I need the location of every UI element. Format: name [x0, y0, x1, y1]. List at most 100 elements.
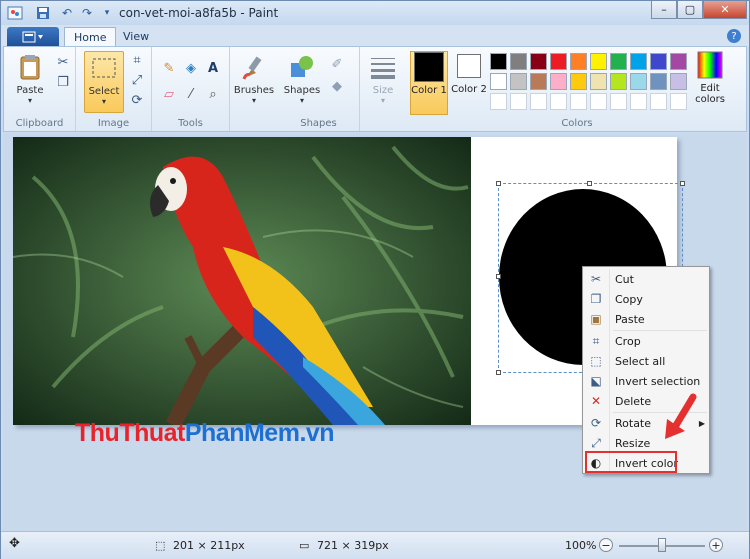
- menu-item-paste[interactable]: ▣ Paste: [585, 309, 707, 329]
- color-swatch[interactable]: [650, 53, 667, 70]
- color-swatch[interactable]: [510, 73, 527, 90]
- color-swatch[interactable]: [630, 53, 647, 70]
- tools-group: ✎ ◈ A ▱ ⁄ ⌕ Tools: [152, 47, 230, 131]
- resize-handle[interactable]: [496, 370, 501, 375]
- color-swatch[interactable]: [570, 93, 587, 110]
- clipboard-group: Paste ▾ ✂ ❐ Clipboard: [4, 47, 76, 131]
- image-size: 721 × 319px: [317, 539, 389, 552]
- select-all-icon: ⬚: [590, 354, 602, 368]
- color-swatch[interactable]: [510, 53, 527, 70]
- rotate-icon[interactable]: ⟳: [128, 91, 146, 109]
- color-spectrum-icon: [697, 51, 723, 79]
- size-button[interactable]: Size ▾: [363, 51, 403, 113]
- tab-home[interactable]: Home: [64, 27, 117, 47]
- color-swatch[interactable]: [650, 73, 667, 90]
- status-bar: ✥ ⬚ 201 × 211px ▭ 721 × 319px 100% − +: [1, 531, 749, 559]
- menu-item-cut[interactable]: ✂ Cut: [585, 269, 707, 289]
- color-swatch[interactable]: [530, 53, 547, 70]
- resize-icon[interactable]: ⤢: [128, 71, 146, 89]
- color-swatch[interactable]: [550, 73, 567, 90]
- cut-icon[interactable]: ✂: [54, 53, 72, 71]
- maximize-button[interactable]: ▢: [677, 1, 703, 19]
- app-menu-button[interactable]: [7, 27, 59, 47]
- undo-icon[interactable]: ↶: [59, 5, 75, 21]
- close-button[interactable]: ✕: [703, 1, 747, 19]
- resize-handle[interactable]: [496, 274, 501, 279]
- rotate-icon: ⟳: [590, 416, 602, 430]
- menu-item-copy[interactable]: ❐ Copy: [585, 289, 707, 309]
- color2-swatch: [457, 54, 481, 78]
- color-swatch[interactable]: [570, 73, 587, 90]
- color-swatch[interactable]: [490, 93, 507, 110]
- color-swatch[interactable]: [630, 73, 647, 90]
- paint-app-icon[interactable]: [7, 5, 23, 21]
- resize-handle[interactable]: [680, 181, 685, 186]
- zoom-slider-thumb[interactable]: [658, 538, 666, 552]
- scissors-icon: ✂: [590, 272, 602, 286]
- title-bar: ↶ ↷ ▾ con-vet-moi-a8fa5b - Paint – ▢ ✕: [1, 1, 749, 25]
- eraser-icon[interactable]: ▱: [160, 85, 178, 103]
- color-swatch[interactable]: [610, 53, 627, 70]
- color-swatch[interactable]: [670, 93, 687, 110]
- crop-icon[interactable]: ⌗: [128, 51, 146, 69]
- color-swatch[interactable]: [670, 73, 687, 90]
- color-swatch[interactable]: [550, 53, 567, 70]
- edit-colors-button[interactable]: Edit colors: [690, 51, 730, 115]
- text-tool-icon[interactable]: A: [204, 59, 222, 77]
- tab-view[interactable]: View: [114, 27, 158, 47]
- color-swatch[interactable]: [590, 93, 607, 110]
- drawing-canvas[interactable]: [13, 137, 685, 425]
- fill-icon[interactable]: ◈: [182, 59, 200, 77]
- menu-item-crop[interactable]: ⌗ Crop: [585, 331, 707, 351]
- color-swatch[interactable]: [590, 73, 607, 90]
- color-swatch[interactable]: [550, 93, 567, 110]
- color-swatch[interactable]: [490, 73, 507, 90]
- color-swatch[interactable]: [510, 93, 527, 110]
- color-swatch[interactable]: [630, 93, 647, 110]
- zoom-out-button[interactable]: −: [599, 538, 613, 552]
- magnifier-icon[interactable]: ⌕: [204, 85, 222, 103]
- pencil-icon[interactable]: ✎: [160, 59, 178, 77]
- resize-handle[interactable]: [587, 181, 592, 186]
- customize-toolbar-icon[interactable]: ▾: [99, 5, 115, 21]
- color-swatch[interactable]: [610, 93, 627, 110]
- zoom-in-button[interactable]: +: [709, 538, 723, 552]
- shapes-group: Shapes ▾ ✐ ◆ Shapes: [278, 47, 360, 131]
- crop-icon: ⌗: [592, 333, 600, 348]
- copy-icon[interactable]: ❐: [54, 73, 72, 91]
- redo-icon[interactable]: ↷: [79, 5, 95, 21]
- minimize-button[interactable]: –: [651, 1, 677, 19]
- delete-icon: ✕: [590, 394, 602, 408]
- chevron-down-icon: ▾: [380, 96, 385, 105]
- image-size-icon: ▭: [299, 539, 310, 552]
- color2-button[interactable]: Color 2: [450, 51, 488, 115]
- paste-button[interactable]: Paste ▾: [10, 51, 50, 113]
- color-swatch[interactable]: [530, 93, 547, 110]
- fill-shape-icon[interactable]: ◆: [328, 77, 346, 95]
- color-swatch[interactable]: [490, 53, 507, 70]
- menu-item-invert-selection[interactable]: ⬕ Invert selection: [585, 371, 707, 391]
- color-swatch[interactable]: [530, 73, 547, 90]
- annotation-arrow-icon: [665, 393, 697, 439]
- menu-item-select-all[interactable]: ⬚ Select all: [585, 351, 707, 371]
- line-size-icon: [371, 58, 395, 79]
- color-swatch[interactable]: [650, 93, 667, 110]
- color-swatch[interactable]: [570, 53, 587, 70]
- shapes-button[interactable]: Shapes ▾: [282, 51, 322, 113]
- color-swatch[interactable]: [610, 73, 627, 90]
- select-button[interactable]: Select ▾: [84, 51, 124, 113]
- colors-group: Color 1 Color 2 Edit colors Colors: [406, 47, 748, 131]
- chevron-down-icon: ▾: [299, 96, 304, 105]
- save-icon[interactable]: [35, 5, 51, 21]
- color-picker-icon[interactable]: ⁄: [182, 85, 200, 103]
- chevron-down-icon: ▾: [101, 97, 106, 106]
- ribbon: Paste ▾ ✂ ❐ Clipboard Select ▾ ⌗ ⤢ ⟳ Ima…: [3, 46, 747, 132]
- color1-button[interactable]: Color 1: [410, 51, 448, 115]
- resize-handle[interactable]: [496, 181, 501, 186]
- brush-icon: [242, 56, 262, 80]
- help-icon[interactable]: ?: [727, 29, 741, 43]
- color-swatch[interactable]: [670, 53, 687, 70]
- outline-icon[interactable]: ✐: [328, 55, 346, 73]
- brushes-button[interactable]: Brushes ▾: [234, 51, 274, 113]
- color-swatch[interactable]: [590, 53, 607, 70]
